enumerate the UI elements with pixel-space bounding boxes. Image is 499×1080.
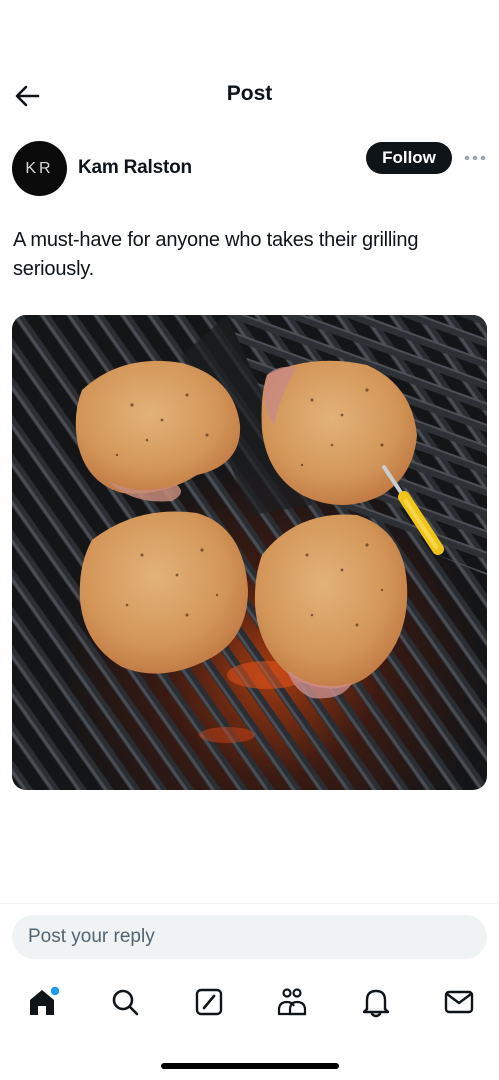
more-options-button[interactable] [462,149,488,167]
more-horizontal-icon [464,155,486,161]
mail-icon [444,990,474,1014]
nav-compose[interactable] [189,982,229,1022]
compose-icon [195,988,223,1016]
nav-home[interactable] [22,982,62,1022]
nav-messages[interactable] [439,982,479,1022]
home-indicator [161,1063,339,1069]
avatar[interactable]: KR [12,141,67,196]
communities-icon [277,988,307,1016]
follow-button[interactable]: Follow [366,142,452,174]
home-icon [30,986,59,1015]
bell-icon [362,989,390,1018]
nav-communities[interactable] [272,982,312,1022]
reply-input[interactable]: Post your reply [12,915,487,959]
search-icon [112,989,139,1016]
author-row: KR Kam Ralston Follow [12,141,487,197]
divider [0,903,499,904]
nav-search[interactable] [105,982,145,1022]
post-image[interactable] [12,315,487,790]
grilled-chicken-photo [12,315,487,790]
author-name[interactable]: Kam Ralston [78,157,192,179]
top-bar: Post [0,72,499,120]
bottom-nav [0,976,499,1032]
page-title: Post [226,82,273,105]
nav-notifications[interactable] [356,982,396,1022]
post-text: A must-have for anyone who takes their g… [13,229,419,280]
